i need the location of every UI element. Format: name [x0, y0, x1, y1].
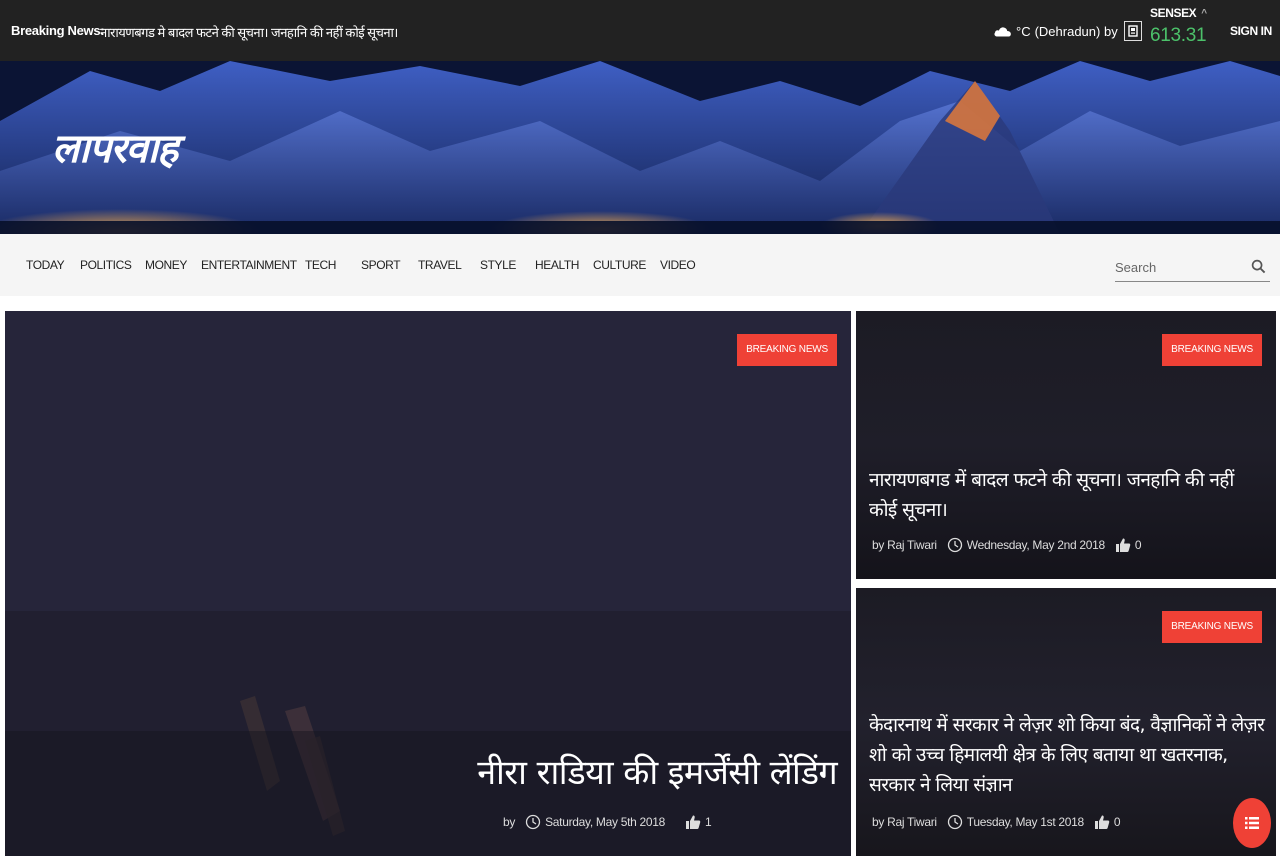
list-menu-icon: [1245, 817, 1259, 829]
article-date: Tuesday, May 1st 2018: [966, 815, 1084, 829]
nav-item-style[interactable]: STYLE: [480, 258, 516, 272]
sensex-label: SENSEX: [1150, 6, 1197, 20]
nav-item-entertainment[interactable]: ENTERTAINMENT: [201, 258, 297, 272]
article-author[interactable]: by Raj Tiwari: [872, 538, 937, 552]
side-article-card[interactable]: BREAKING NEWS नारायणबगड में बादल फटने की…: [856, 311, 1276, 579]
clock-icon: [525, 814, 541, 830]
like-count: 0: [1134, 538, 1142, 552]
weather-provider-logo[interactable]: [1123, 21, 1142, 41]
cloud-icon: [994, 27, 1011, 37]
clock-icon: [947, 814, 962, 830]
weather-widget: °C (Dehradun) by: [993, 21, 1142, 41]
article-meta: by Raj Tiwari Wednesday, May 2nd 2018 0: [872, 537, 1142, 553]
search-box: [1115, 255, 1270, 282]
breaking-news-badge[interactable]: BREAKING NEWS: [737, 334, 837, 366]
weather-location: (Dehradun) by: [1034, 23, 1118, 39]
featured-article-card[interactable]: BREAKING NEWS नीरा राडिया की इमर्जेंसी ल…: [5, 311, 851, 856]
nav-item-money[interactable]: MONEY: [145, 258, 187, 272]
nav-item-today[interactable]: TODAY: [26, 258, 65, 272]
article-date: Saturday, May 5th 2018: [545, 815, 665, 829]
breaking-news-ticker[interactable]: नारायणबगड मे बादल फटने की सूचना। जनहानि …: [100, 23, 398, 41]
top-bar: Breaking News: नारायणबगड मे बादल फटने की…: [0, 0, 1280, 61]
sensex-widget[interactable]: SENSEX ^ 613.31: [1150, 6, 1210, 47]
article-author: by: [503, 815, 516, 829]
site-logo[interactable]: लापरवाह: [52, 119, 178, 174]
article-title[interactable]: नीरा राडिया की इमर्जेंसी लेंडिंग: [477, 753, 837, 793]
site-banner: लापरवाह: [0, 61, 1280, 234]
article-title[interactable]: नारायणबगड में बादल फटने की सूचना। जनहानि…: [869, 465, 1259, 525]
mountain-village-background: [0, 61, 1280, 234]
thumbs-up-icon[interactable]: [1094, 814, 1110, 830]
article-date: Wednesday, May 2nd 2018: [966, 538, 1105, 552]
weather-provider-icon: [1128, 25, 1138, 37]
article-title[interactable]: केदारनाथ में सरकार ने लेज़र शो किया बंद,…: [869, 710, 1269, 800]
caret-up-icon: ^: [1201, 7, 1207, 19]
main-nav: TODAY POLITICS MONEY ENTERTAINMENT TECH …: [0, 234, 1280, 296]
floating-menu-button[interactable]: [1233, 798, 1271, 848]
search-input[interactable]: [1115, 258, 1240, 276]
thumbs-up-icon[interactable]: [685, 814, 701, 830]
like-count: 0: [1113, 815, 1121, 829]
nav-item-culture[interactable]: CULTURE: [593, 258, 646, 272]
nav-item-politics[interactable]: POLITICS: [80, 258, 132, 272]
temperature-unit: °C: [1016, 23, 1031, 39]
nav-item-health[interactable]: HEALTH: [535, 258, 579, 272]
breaking-news-label: Breaking News:: [11, 23, 105, 38]
clock-icon: [947, 537, 962, 553]
nav-item-travel[interactable]: TRAVEL: [418, 258, 462, 272]
article-meta: by Raj Tiwari Tuesday, May 1st 2018 0: [872, 814, 1121, 830]
article-meta: by Saturday, May 5th 2018 1: [503, 814, 712, 830]
like-count: 1: [705, 815, 712, 829]
sign-in-link[interactable]: SIGN IN: [1230, 24, 1272, 38]
search-icon[interactable]: [1251, 259, 1266, 274]
nav-item-sport[interactable]: SPORT: [361, 258, 401, 272]
side-article-card[interactable]: BREAKING NEWS केदारनाथ में सरकार ने लेज़…: [856, 588, 1276, 856]
article-author[interactable]: by Raj Tiwari: [872, 815, 937, 829]
sensex-value: 613.31: [1150, 25, 1207, 46]
nav-item-tech[interactable]: TECH: [305, 258, 336, 272]
breaking-news-badge[interactable]: BREAKING NEWS: [1162, 334, 1262, 366]
breaking-news-badge[interactable]: BREAKING NEWS: [1162, 611, 1262, 643]
nav-item-video[interactable]: VIDEO: [660, 258, 696, 272]
thumbs-up-icon[interactable]: [1115, 537, 1131, 553]
